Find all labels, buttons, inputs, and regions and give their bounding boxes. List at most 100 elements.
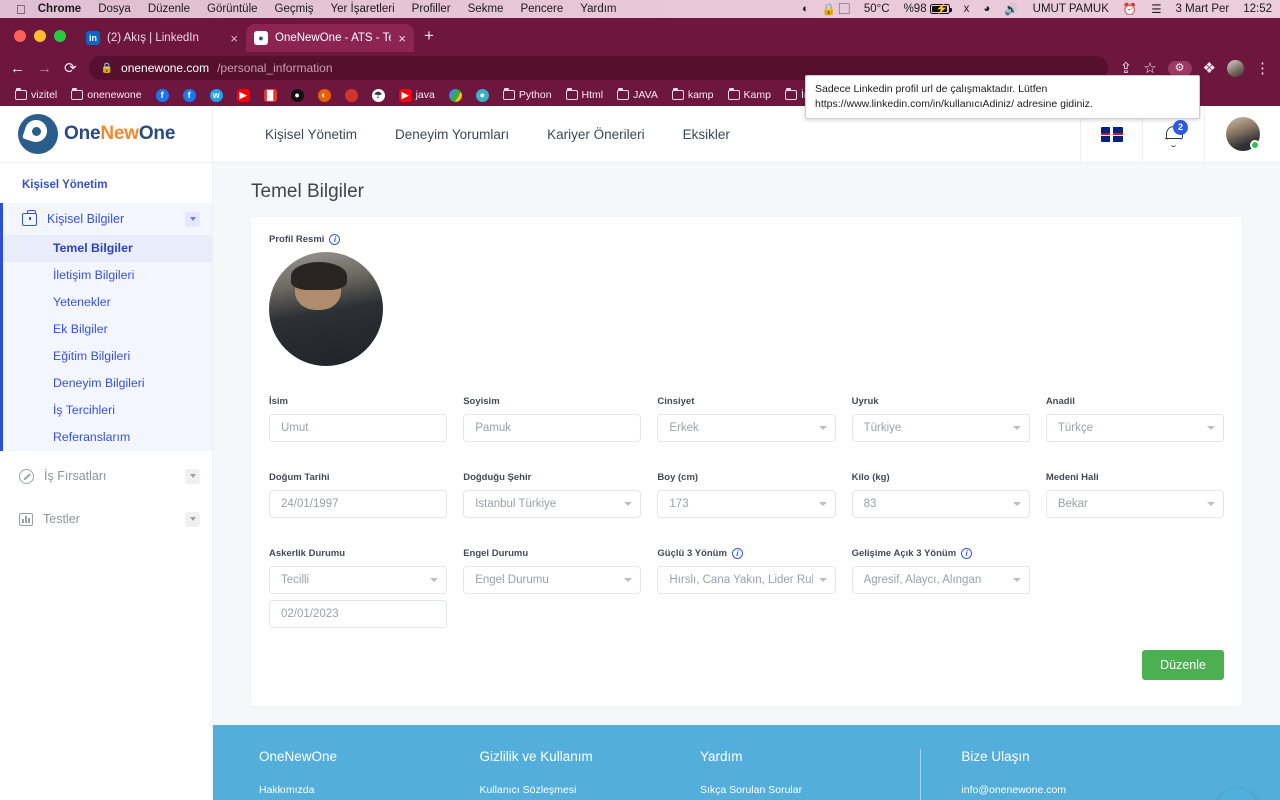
info-icon[interactable]: i xyxy=(731,548,743,559)
extension-active-icon[interactable]: ⚙ xyxy=(1167,60,1192,76)
soyisim-input[interactable]: Pamuk xyxy=(463,414,642,442)
nav-item-kariyer-onerileri[interactable]: Kariyer Önerileri xyxy=(547,127,645,142)
menu-item-goruntule[interactable]: Görüntüle xyxy=(207,3,258,15)
engel-durumu-select[interactable]: Engel Durumu xyxy=(463,566,642,594)
chevron-down-icon[interactable] xyxy=(185,211,200,227)
cinsiyet-select[interactable]: Erkek xyxy=(657,414,836,442)
forward-icon[interactable]: → xyxy=(37,61,52,76)
dogdugu-sehir-select[interactable]: İstanbul Türkiye xyxy=(463,490,642,518)
menu-item-yer-isaretleri[interactable]: Yer İşaretleri xyxy=(331,3,395,15)
anadil-select[interactable]: Türkçe xyxy=(1045,414,1225,442)
info-icon[interactable]: i xyxy=(329,234,341,245)
nav-item-kisisel-yonetim[interactable]: Kişisel Yönetim xyxy=(265,127,357,142)
sidebar-item-temel-bilgiler[interactable]: Temel Bilgiler xyxy=(3,235,212,262)
chevron-down-icon[interactable] xyxy=(185,511,200,527)
minimize-window-button[interactable] xyxy=(34,30,46,42)
bookmark-google-drive[interactable] xyxy=(442,88,469,102)
close-tab-icon[interactable]: × xyxy=(230,32,238,45)
sidebar-item-ek-bilgiler[interactable]: Ek Bilgiler xyxy=(3,316,212,343)
bookmark-twitter[interactable]: w xyxy=(203,88,230,102)
menu-item-duzenle[interactable]: Düzenle xyxy=(148,3,190,15)
browser-tab-linkedin[interactable]: in (2) Akış | LinkedIn × xyxy=(78,24,246,52)
menu-item-profiller[interactable]: Profiller xyxy=(412,3,451,15)
sidebar-item-is-tercihleri[interactable]: İş Tercihleri xyxy=(3,397,212,424)
wifi-icon[interactable]: ◕ xyxy=(983,3,990,15)
battery-status[interactable]: %98 ⚡ xyxy=(904,3,952,15)
chrome-menu-icon[interactable]: ⋮ xyxy=(1255,61,1270,76)
reload-icon[interactable]: ⟳ xyxy=(64,61,77,76)
uyruk-select[interactable]: Türkiye xyxy=(851,414,1030,442)
footer-link-hakkimizda[interactable]: Hakkımızda xyxy=(259,784,467,796)
bookmark-star-icon[interactable]: ☆ xyxy=(1143,61,1156,76)
shield-icon[interactable]: 🔒 xyxy=(822,2,836,16)
bookmark-kamp-2[interactable]: Kamp xyxy=(721,88,778,101)
menu-item-gecmis[interactable]: Geçmiş xyxy=(275,3,314,15)
menu-item-chrome[interactable]: Chrome xyxy=(38,3,81,15)
site-logo[interactable]: OneNewOne xyxy=(0,106,213,162)
askerlik-durumu-select[interactable]: Tecilli xyxy=(269,566,448,594)
bookmark-red[interactable] xyxy=(338,88,365,102)
dogum-tarihi-input[interactable]: 24/01/1997 xyxy=(269,490,448,518)
sidebar-item-deneyim-bilgileri[interactable]: Deneyim Bilgileri xyxy=(3,370,212,397)
new-tab-button[interactable]: + xyxy=(424,26,434,46)
askerlik-tarih-input[interactable]: 02/01/2023 xyxy=(269,600,448,628)
medeni-hali-select[interactable]: Bekar xyxy=(1045,490,1225,518)
bluetooth-icon[interactable]: x xyxy=(964,3,970,15)
apple-icon[interactable]:  xyxy=(16,3,26,16)
bookmark-java-folder[interactable]: JAVA xyxy=(610,88,665,101)
sidebar-item-kisisel-bilgiler[interactable]: Kişisel Bilgiler xyxy=(3,203,212,235)
account-name[interactable]: UMUT PAMUK xyxy=(1033,3,1109,15)
profile-avatar-icon[interactable] xyxy=(1227,59,1244,77)
temperature-status[interactable]: 50°C xyxy=(864,3,890,15)
window-controls[interactable] xyxy=(10,30,78,52)
bookmark-java[interactable]: ▶ java xyxy=(392,88,442,102)
browser-tab-onenewone[interactable]: ● OneNewOne - ATS - Temel Bilg × xyxy=(246,24,414,52)
bookmark-app[interactable]: █ xyxy=(257,88,284,102)
bookmark-facebook-2[interactable]: f xyxy=(176,88,203,102)
control-center-icon[interactable]: ☰ xyxy=(1151,2,1161,16)
menu-item-pencere[interactable]: Pencere xyxy=(520,3,563,15)
close-tab-icon[interactable]: × xyxy=(398,32,406,45)
back-icon[interactable]: ← xyxy=(10,61,25,76)
gelisime-acik-select[interactable]: Agresif, Alaycı, Alıngan xyxy=(851,566,1030,594)
bookmark-youtube-1[interactable]: ▶ xyxy=(230,88,257,102)
bookmark-kamp[interactable]: kamp xyxy=(665,88,721,101)
maximize-window-button[interactable] xyxy=(54,30,66,42)
sidebar-item-iletisim-bilgileri[interactable]: İletişim Bilgileri xyxy=(3,262,212,289)
kilo-select[interactable]: 83 xyxy=(851,490,1030,518)
footer-link-kullanici-sozlesmesi[interactable]: Kullanıcı Sözleşmesi xyxy=(479,784,687,796)
menubar-time[interactable]: 12:52 xyxy=(1243,3,1272,15)
footer-email[interactable]: info@onenewone.com xyxy=(961,784,1222,796)
user-avatar-button[interactable] xyxy=(1204,106,1280,163)
bookmark-chat[interactable]: ● xyxy=(469,88,496,102)
isim-input[interactable]: Umut xyxy=(269,414,448,442)
profile-photo[interactable] xyxy=(269,252,383,366)
share-icon[interactable]: ⇪ xyxy=(1120,61,1133,76)
boy-select[interactable]: 173 xyxy=(657,490,836,518)
bookmark-onenewone[interactable]: onenewone xyxy=(64,88,148,101)
bookmark-globe[interactable]: ☂ xyxy=(365,88,392,102)
sidebar-item-yetenekler[interactable]: Yetenekler xyxy=(3,289,212,316)
sidebar-item-referanslarim[interactable]: Referanslarım xyxy=(3,424,212,451)
extensions-icon[interactable]: ❖ xyxy=(1203,61,1216,76)
menu-item-sekme[interactable]: Sekme xyxy=(468,3,504,15)
bookmark-firefox[interactable]: ◐ xyxy=(311,88,338,102)
bookmark-html[interactable]: Html xyxy=(559,88,611,101)
bookmark-facebook-1[interactable]: f xyxy=(149,88,176,102)
nav-item-eksikler[interactable]: Eksikler xyxy=(683,127,730,142)
nav-item-deneyim-yorumlari[interactable]: Deneyim Yorumları xyxy=(395,127,509,142)
chevron-down-icon[interactable] xyxy=(185,468,200,484)
clock-icon[interactable]: ⏰ xyxy=(1123,2,1137,16)
edit-button[interactable]: Düzenle xyxy=(1142,650,1224,680)
sidebar-item-is-firsatlari[interactable]: İş Fırsatları xyxy=(0,458,212,494)
footer-link-sss[interactable]: Sıkça Sorulan Sorular xyxy=(700,784,908,796)
close-window-button[interactable] xyxy=(14,30,26,42)
bookmark-python[interactable]: Python xyxy=(496,88,559,101)
guclu-3-yonum-select[interactable]: Hırslı, Cana Yakın, Lider Ruhlu xyxy=(657,566,836,594)
bookmark-vizitel[interactable]: vizitel xyxy=(8,88,64,101)
menubar-date[interactable]: 3 Mart Per xyxy=(1176,3,1230,15)
contrast-icon[interactable]: ◖ xyxy=(801,3,808,15)
sidebar-item-testler[interactable]: Testler xyxy=(0,501,212,537)
menu-item-yardim[interactable]: Yardım xyxy=(580,3,616,15)
volume-icon[interactable]: 🔊 xyxy=(1004,2,1018,16)
